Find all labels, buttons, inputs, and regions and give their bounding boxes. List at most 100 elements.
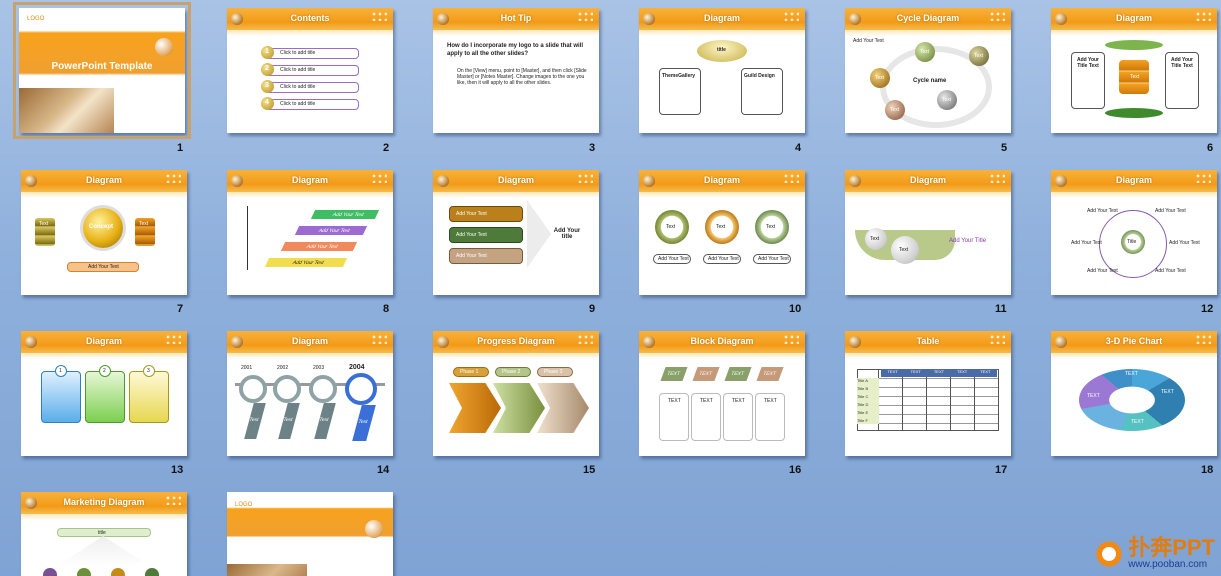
slide-number-16: 16 (789, 464, 802, 476)
phase-label-2: Phase 2 (495, 367, 531, 377)
slide-title: Cycle Diagram (896, 13, 960, 23)
concept-sphere: Concept (83, 208, 123, 248)
badge-1: 1 (55, 365, 67, 377)
slide-thumbnail-20[interactable]: LOGO Thank You ! www.themegallery.com (227, 492, 393, 576)
slide-number-6: 6 (1207, 142, 1214, 154)
right-box: Guild Design (741, 68, 783, 115)
slide-title: Contents (290, 13, 330, 23)
triangle-shade (57, 536, 149, 566)
slide-number-3: 3 (589, 142, 596, 154)
title-bar: title (57, 528, 151, 537)
left-cylinders: Text (35, 218, 55, 246)
diamond-2: TEXT (692, 367, 720, 381)
slide-number-10: 10 (789, 303, 802, 315)
bullet-1: 1 (261, 46, 274, 59)
ring-1 (239, 375, 267, 403)
tip-answer: On the [View] menu, point to [Master], a… (457, 68, 587, 86)
brand-name: 扑奔PPT (1128, 535, 1215, 560)
slide-thumbnail-4[interactable]: Diagram title ThemeGallery Guild Design (639, 8, 805, 133)
bullet-4: 4 (261, 97, 274, 110)
slide-thumbnail-15[interactable]: Progress Diagram Phase 1 Phase 2 Phase 3 (433, 331, 599, 456)
ribbon-4: Text (352, 405, 376, 441)
slide-thumbnail-17[interactable]: Table TEXT TEXT TEXT TEXT TEXT Title A T… (845, 331, 1011, 456)
right-cylinders: Text (135, 218, 155, 246)
right-title: Add Your Title (949, 238, 987, 244)
slide-thumbnail-19[interactable]: Marketing Diagram title (21, 492, 187, 576)
slide-title: Diagram (291, 336, 328, 346)
phase-label-3: Phase 3 (537, 367, 573, 377)
slide-title: Progress Diagram (477, 336, 555, 346)
right-box: Add Your Title Text (1165, 52, 1199, 109)
slide-thumbnail-11[interactable]: Diagram Text Text Add Your Title (845, 170, 1011, 295)
slice-label: TEXT (1125, 371, 1138, 377)
slide-number-7: 7 (177, 303, 184, 315)
bar-2: Add Your Text (449, 227, 523, 243)
brand-url: www.pooban.com (1128, 559, 1208, 570)
cover-photo (227, 564, 307, 576)
spoke-label: Add Your Text (1087, 268, 1118, 274)
ribbon-2: Text (278, 403, 300, 439)
block-2: TEXT (691, 393, 721, 441)
slide-thumbnail-5[interactable]: Cycle Diagram Add Your Text Text Text Te… (845, 8, 1011, 133)
slide-thumbnail-9[interactable]: Diagram Add Your Text Add Your Text Add … (433, 170, 599, 295)
slide-thumbnail-8[interactable]: Diagram Add Your Text Add Your Text Add … (227, 170, 393, 295)
slide-number-12: 12 (1201, 303, 1214, 315)
node-2 (77, 568, 91, 576)
brand-logo-icon (1094, 538, 1125, 569)
block-3: TEXT (723, 393, 753, 441)
table-row-headers: Title A Title B Title C Title D Title E … (857, 378, 879, 424)
slide-title: Hot Tip (500, 13, 532, 23)
slide-number-18: 18 (1201, 464, 1214, 476)
year-2: 2002 (277, 365, 289, 371)
slide-title: Diagram (85, 175, 122, 185)
slice-label: TEXT (1161, 389, 1174, 395)
cycle-node: Text (969, 46, 989, 66)
decor-sphere (155, 38, 173, 56)
brand-watermark: 扑奔PPT www.pooban.com (1094, 537, 1215, 570)
slide-thumbnail-13[interactable]: Diagram 1 2 3 (21, 331, 187, 456)
slide-title: Diagram (85, 336, 122, 346)
slide-number-8: 8 (383, 303, 390, 315)
label-2: Add Your Text (703, 254, 741, 264)
cover-title: PowerPoint Template (51, 61, 153, 72)
diamond-3: TEXT (724, 367, 752, 381)
logo-text: LOGO (27, 16, 45, 22)
slide-thumbnail-7[interactable]: Diagram Text Text Concept Add Your Text (21, 170, 187, 295)
slide-title: Diagram (909, 175, 946, 185)
slide-thumbnail-14[interactable]: Diagram 2001 2002 2003 2004 Text Text Te… (227, 331, 393, 456)
cylinder-stack: Text (1119, 60, 1149, 94)
slide-thumbnail-18[interactable]: 3-D Pie Chart TEXT TEXT TEXT TEXT (1051, 331, 1217, 456)
slide-title: 3-D Pie Chart (1105, 336, 1163, 346)
bar-1: Add Your Text (449, 206, 523, 222)
bottom-disc (1105, 108, 1163, 118)
slide-thumbnail-3[interactable]: Hot Tip How do I incorporate my logo to … (433, 8, 599, 133)
slide-number-13: 13 (171, 464, 184, 476)
left-box: ThemeGallery (659, 68, 701, 115)
cycle-center-label: Cycle name (913, 78, 947, 84)
callout-label: Add Your Text (853, 38, 884, 44)
block-4: TEXT (755, 393, 785, 441)
slide-thumbnail-12[interactable]: Diagram Title Add Your Text Add Your Tex… (1051, 170, 1217, 295)
thankyou-subtitle: www.themegallery.com (284, 556, 336, 562)
slide-title: Diagram (497, 175, 534, 185)
slide-thumbnail-16[interactable]: Block Diagram TEXT TEXT TEXT TEXT TEXT T… (639, 331, 805, 456)
cycle-node: Text (885, 100, 905, 120)
block-1: TEXT (659, 393, 689, 441)
slide-thumbnail-10[interactable]: Diagram Text Text Text Add Your Text Add… (639, 170, 805, 295)
slide-thumbnail-1[interactable]: LOGO PowerPoint Template www.themegaller… (13, 2, 191, 139)
table-header-row: TEXT TEXT TEXT TEXT TEXT (881, 369, 997, 377)
contents-item: Click to add title (265, 82, 359, 93)
slide-number-9: 9 (589, 303, 596, 315)
ring-4 (345, 373, 377, 405)
slide-thumbnail-2[interactable]: Contents Click to add title Click to add… (227, 8, 393, 133)
year-1: 2001 (241, 365, 253, 371)
slide-thumbnail-6[interactable]: Diagram Add Your Title Text Add Your Tit… (1051, 8, 1217, 133)
slide-title: Diagram (291, 175, 328, 185)
spoke-label: Add Your Text (1155, 268, 1186, 274)
ring-3 (309, 375, 337, 403)
bar-3: Add Your Text (449, 248, 523, 264)
decor-sphere (365, 520, 383, 538)
slide-number-14: 14 (377, 464, 390, 476)
slide-title: Marketing Diagram (63, 497, 145, 507)
cover-photo (19, 88, 114, 133)
